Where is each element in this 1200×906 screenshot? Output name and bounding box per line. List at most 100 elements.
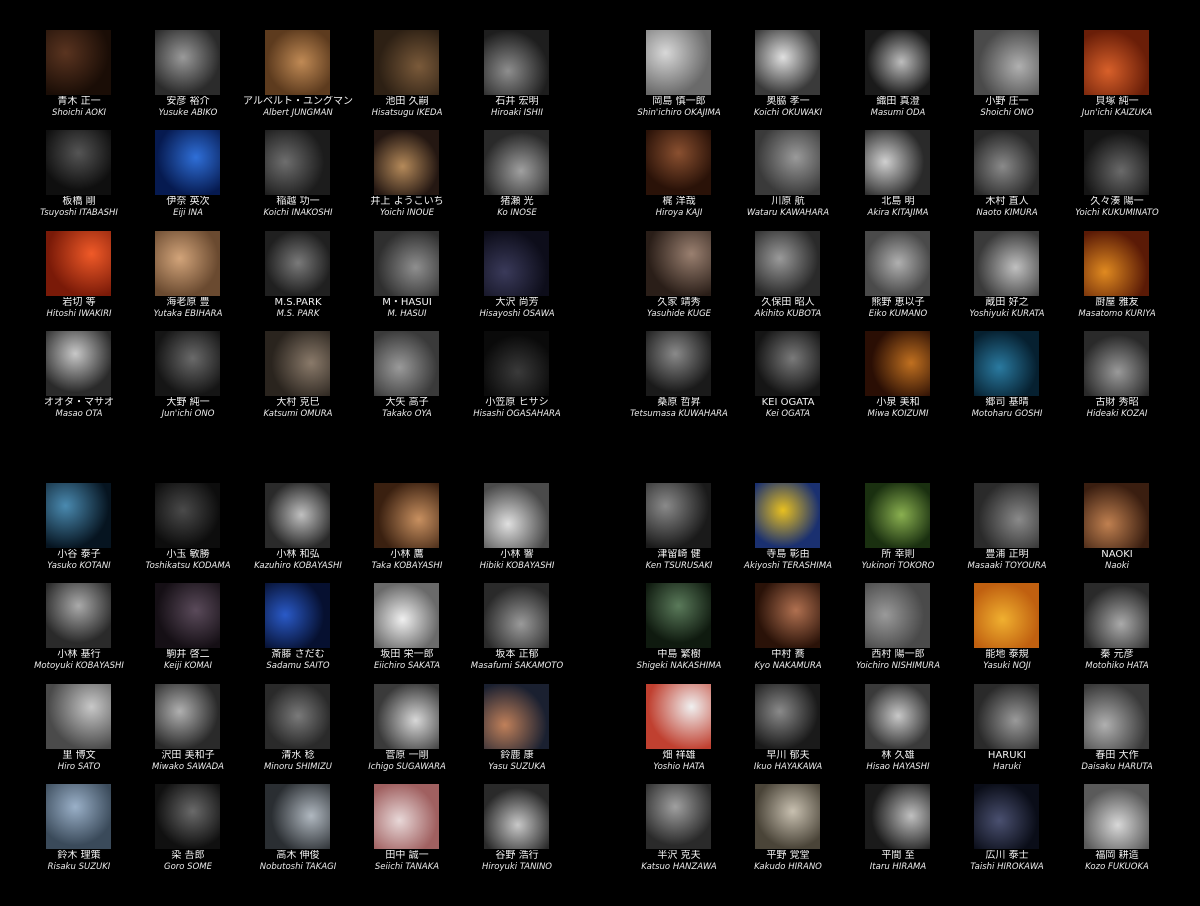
artist-thumbnail[interactable] [865,784,930,849]
artist-tile[interactable]: 駒井 啓二 Keiji KOMAI [133,553,243,671]
artist-tile[interactable]: 染 吾郎 Goro SOME [133,754,243,872]
artist-thumbnail[interactable] [374,784,439,849]
artist-name-en[interactable]: Goro SOME [125,862,251,872]
artist-thumbnail[interactable] [974,231,1039,296]
artist-name-jp[interactable]: 小泉 美和 [835,397,961,409]
artist-tile[interactable]: オオタ・マサオ Masao OTA [24,301,134,419]
artist-name-jp[interactable]: 桑原 哲昇 [616,397,742,409]
artist-name-en[interactable]: Takako OYA [344,409,470,419]
artist-tile[interactable]: 久々湊 陽一 Yoichi KUKUMINATO [1062,100,1172,218]
artist-name-jp[interactable]: 染 吾郎 [125,850,251,862]
artist-tile[interactable]: 小林 鷹 Taka KOBAYASHI [352,453,462,571]
artist-tile[interactable]: アルベルト・ユングマン Albert JUNGMAN [243,0,353,118]
artist-thumbnail[interactable] [155,583,220,648]
artist-thumbnail[interactable] [155,483,220,548]
artist-tile[interactable]: 平間 至 Itaru HIRAMA [843,754,953,872]
artist-thumbnail[interactable] [46,231,111,296]
artist-thumbnail[interactable] [646,130,711,195]
artist-tile[interactable]: 久保田 昭人 Akihito KUBOTA [733,201,843,319]
artist-name-en[interactable]: Hideaki KOZAI [1054,409,1180,419]
artist-name-jp[interactable]: オオタ・マサオ [16,397,142,409]
artist-tile[interactable]: 谷野 浩行 Hiroyuki TANINO [462,754,572,872]
artist-thumbnail[interactable] [484,583,549,648]
artist-tile[interactable]: 西村 陽一郎 Yoichiro NISHIMURA [843,553,953,671]
artist-name-jp[interactable]: 大野 純一 [125,397,251,409]
artist-name-jp[interactable]: 田中 誠一 [344,850,470,862]
artist-name-jp[interactable]: KEI OGATA [725,397,851,409]
artist-thumbnail[interactable] [155,30,220,95]
artist-tile[interactable]: 能地 泰規 Yasuki NOJI [952,553,1062,671]
artist-thumbnail[interactable] [155,130,220,195]
artist-thumbnail[interactable] [974,684,1039,749]
artist-name-jp[interactable]: 古財 秀昭 [1054,397,1180,409]
artist-thumbnail[interactable] [484,483,549,548]
artist-tile[interactable]: 大矢 高子 Takako OYA [352,301,462,419]
artist-thumbnail[interactable] [974,483,1039,548]
artist-thumbnail[interactable] [155,784,220,849]
artist-thumbnail[interactable] [865,130,930,195]
artist-thumbnail[interactable] [755,483,820,548]
artist-tile[interactable]: 青木 正一 Shoichi AOKI [24,0,134,118]
artist-thumbnail[interactable] [646,784,711,849]
artist-thumbnail[interactable] [265,684,330,749]
artist-tile[interactable]: 蔵田 好之 Yoshiyuki KURATA [952,201,1062,319]
artist-thumbnail[interactable] [865,483,930,548]
artist-thumbnail[interactable] [974,331,1039,396]
artist-tile[interactable]: 田中 誠一 Seiichi TANAKA [352,754,462,872]
artist-tile[interactable]: 小林 響 Hibiki KOBAYASHI [462,453,572,571]
artist-name-en[interactable]: Kozo FUKUOKA [1054,862,1180,872]
artist-thumbnail[interactable] [646,331,711,396]
artist-thumbnail[interactable] [265,331,330,396]
artist-tile[interactable]: 広川 泰士 Taishi HIROKAWA [952,754,1062,872]
artist-tile[interactable]: 板橋 剛 Tsuyoshi ITABASHI [24,100,134,218]
artist-thumbnail[interactable] [484,784,549,849]
artist-thumbnail[interactable] [1084,784,1149,849]
artist-tile[interactable]: 織田 真澄 Masumi ODA [843,0,953,118]
artist-tile[interactable]: 中島 繁樹 Shigeki NAKASHIMA [624,553,734,671]
artist-tile[interactable]: 小谷 泰子 Yasuko KOTANI [24,453,134,571]
artist-name-jp[interactable]: 大村 克巳 [235,397,361,409]
artist-thumbnail[interactable] [865,331,930,396]
artist-tile[interactable]: 猪瀬 光 Ko INOSE [462,100,572,218]
artist-thumbnail[interactable] [484,231,549,296]
artist-tile[interactable]: 古財 秀昭 Hideaki KOZAI [1062,301,1172,419]
artist-name-jp[interactable]: 大矢 高子 [344,397,470,409]
artist-tile[interactable]: 久家 靖秀 Yasuhide KUGE [624,201,734,319]
artist-tile[interactable]: 岩切 等 Hitoshi IWAKIRI [24,201,134,319]
artist-thumbnail[interactable] [865,231,930,296]
artist-thumbnail[interactable] [374,30,439,95]
artist-name-jp[interactable]: 半沢 克夫 [616,850,742,862]
artist-thumbnail[interactable] [46,30,111,95]
artist-thumbnail[interactable] [1084,331,1149,396]
artist-thumbnail[interactable] [755,231,820,296]
artist-thumbnail[interactable] [755,583,820,648]
artist-thumbnail[interactable] [374,583,439,648]
artist-thumbnail[interactable] [646,231,711,296]
artist-tile[interactable]: 木村 直人 Naoto KIMURA [952,100,1062,218]
artist-thumbnail[interactable] [974,784,1039,849]
artist-tile[interactable]: 秦 元彦 Motohiko HATA [1062,553,1172,671]
artist-thumbnail[interactable] [46,483,111,548]
artist-name-en[interactable]: Risaku SUZUKI [16,862,142,872]
artist-thumbnail[interactable] [974,130,1039,195]
artist-thumbnail[interactable] [865,30,930,95]
artist-name-en[interactable]: Motoharu GOSHI [944,409,1070,419]
artist-tile[interactable]: 熊野 恵以子 Eiko KUMANO [843,201,953,319]
artist-thumbnail[interactable] [484,331,549,396]
artist-thumbnail[interactable] [46,331,111,396]
artist-tile[interactable]: 川原 航 Wataru KAWAHARA [733,100,843,218]
artist-name-jp[interactable]: 福岡 耕造 [1054,850,1180,862]
artist-name-jp[interactable]: 谷野 浩行 [454,850,580,862]
artist-tile[interactable]: 鈴鹿 康 Yasu SUZUKA [462,654,572,772]
artist-tile[interactable]: 梶 洋哉 Hiroya KAJI [624,100,734,218]
artist-thumbnail[interactable] [46,130,111,195]
artist-tile[interactable]: 坂本 正郁 Masafumi SAKAMOTO [462,553,572,671]
artist-name-jp[interactable]: 小笠原 ヒサシ [454,397,580,409]
artist-tile[interactable]: 大沢 尚芳 Hisayoshi OSAWA [462,201,572,319]
artist-tile[interactable]: 池田 久嗣 Hisatsugu IKEDA [352,0,462,118]
artist-thumbnail[interactable] [374,684,439,749]
artist-name-en[interactable]: Tetsumasa KUWAHARA [616,409,742,419]
artist-name-jp[interactable]: 平野 覚堂 [725,850,851,862]
artist-thumbnail[interactable] [646,684,711,749]
artist-name-en[interactable]: Hiroyuki TANINO [454,862,580,872]
